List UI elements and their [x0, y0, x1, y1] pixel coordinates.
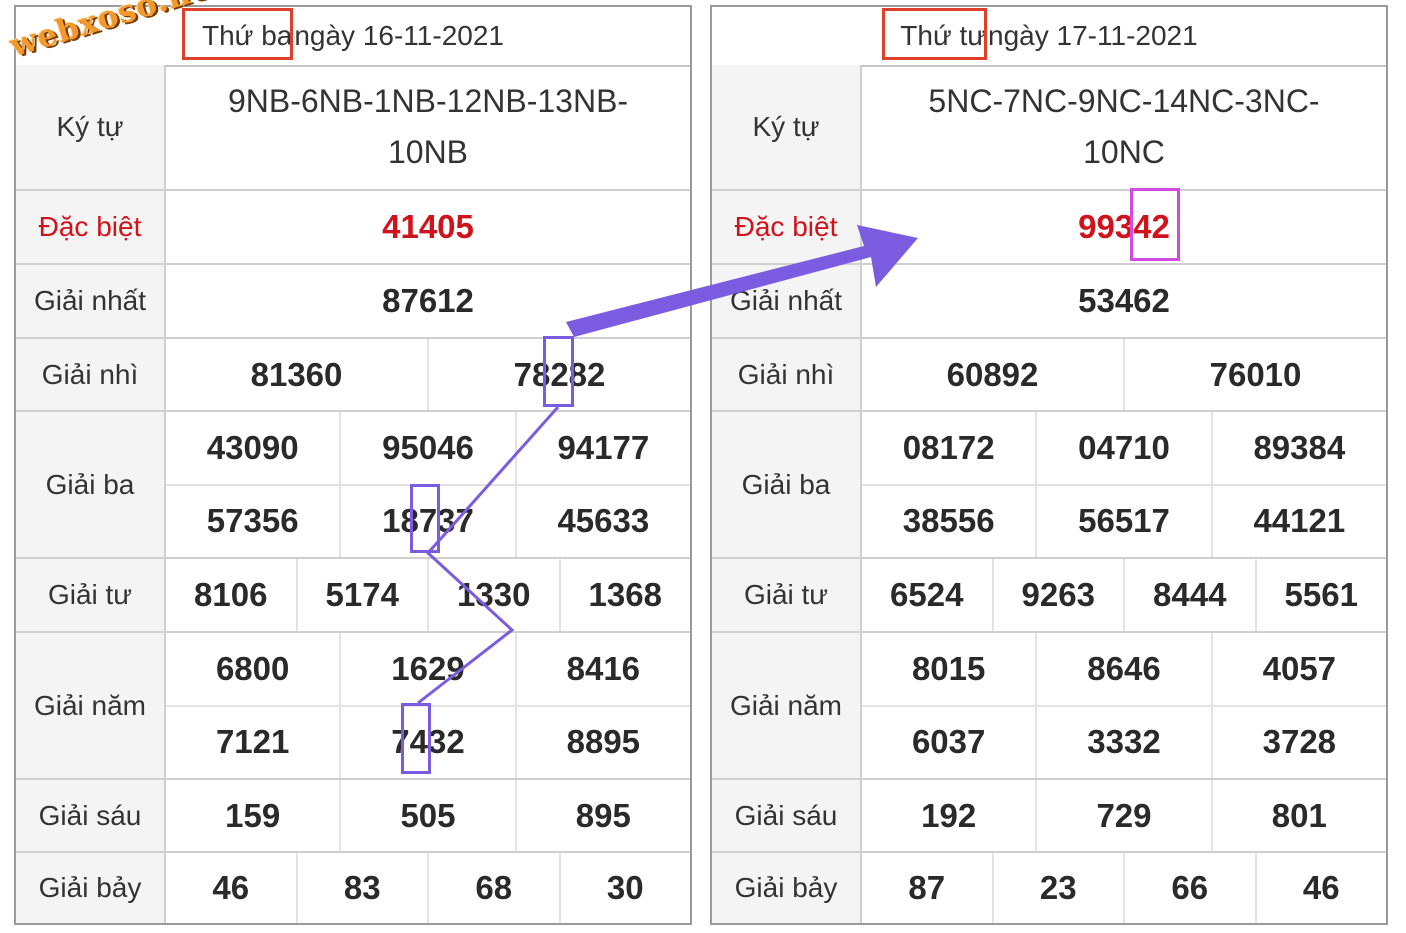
row-giai-sau: Giải sáu 192 729 801	[712, 780, 1386, 853]
giai-tu-value: 8106	[194, 576, 268, 613]
row-giai-nhat: Giải nhất 53462	[712, 265, 1386, 339]
label-ky-tu: Ký tự	[712, 65, 862, 189]
row-dac-biet: Đặc biệt 99342	[712, 191, 1386, 265]
giai-nam-value: 1629	[339, 633, 514, 705]
board-title: Thứ tư ngày 17-11-2021	[712, 7, 1386, 67]
giai-nhat-value: 53462	[1078, 282, 1170, 319]
giai-bay-value: 23	[991, 853, 1124, 923]
giai-ba-value: 08172	[902, 428, 995, 466]
giai-bay-value: 46	[1254, 853, 1387, 923]
label-giai-nhi: Giải nhì	[712, 339, 862, 410]
row-giai-tu: Giải tư 6524 9263 8444 5561	[712, 559, 1386, 633]
giai-sau-value: 192	[921, 796, 977, 834]
row-giai-tu: Giải tư 8106 5174 1330 1368	[16, 559, 690, 633]
row-dac-biet: Đặc biệt 41405	[16, 191, 690, 265]
giai-nam-value: 8646	[1035, 633, 1210, 705]
giai-bay-value: 30	[558, 853, 691, 923]
giai-bay-value: 46	[212, 869, 250, 906]
row-giai-nam: Giải năm 6800 1629 8416 7121 7432 8895	[16, 633, 690, 780]
row-giai-sau: Giải sáu 159 505 895	[16, 780, 690, 853]
giai-nam-value: 6037	[911, 723, 986, 761]
giai-bay-value: 87	[908, 869, 946, 906]
row-giai-nam: Giải năm 8015 8646 4057 6037 3332 3728	[712, 633, 1386, 780]
row-giai-nhat: Giải nhất 87612	[16, 265, 690, 339]
giai-bay-value: 83	[295, 853, 428, 923]
label-ky-tu: Ký tự	[16, 65, 166, 189]
giai-sau-value: 729	[1035, 780, 1210, 851]
giai-ba-value: 18737	[339, 485, 514, 557]
giai-sau-value: 801	[1210, 780, 1386, 851]
giai-sau-value: 895	[514, 780, 690, 851]
giai-ba-value: 95046	[339, 412, 514, 484]
giai-tu-value: 8444	[1123, 559, 1255, 631]
label-giai-tu: Giải tư	[712, 559, 862, 631]
label-giai-ba: Giải ba	[712, 412, 862, 557]
label-dac-biet: Đặc biệt	[16, 191, 166, 263]
label-dac-biet: Đặc biệt	[712, 191, 862, 263]
row-ky-tu: Ký tự 9NB-6NB-1NB-12NB-13NB-10NB	[16, 65, 690, 191]
row-ky-tu: Ký tự 5NC-7NC-9NC-14NC-3NC-10NC	[712, 65, 1386, 191]
ky-tu-value: 5NC-7NC-9NC-14NC-3NC-10NC	[928, 83, 1320, 170]
results-board-right: Thứ tư ngày 17-11-2021 Ký tự 5NC-7NC-9NC…	[710, 5, 1388, 925]
label-giai-nhat: Giải nhất	[16, 265, 166, 337]
giai-tu-value: 1368	[558, 559, 691, 631]
giai-nam-value: 3332	[1035, 706, 1210, 778]
dac-biet-value: 99342	[1078, 208, 1170, 245]
giai-nhat-value: 87612	[382, 282, 474, 319]
giai-tu-value: 6524	[890, 576, 964, 613]
giai-nhi-value: 78282	[427, 339, 690, 410]
giai-nam-value: 7121	[215, 723, 290, 761]
label-giai-nhat: Giải nhất	[712, 265, 862, 337]
giai-ba-value: 94177	[514, 412, 690, 484]
giai-ba-value: 56517	[1035, 485, 1210, 557]
giai-ba-value: 43090	[206, 428, 299, 466]
giai-tu-value: 5174	[295, 559, 428, 631]
giai-nam-value: 7432	[339, 706, 514, 778]
row-giai-bay: Giải bảy 87 23 66 46	[712, 853, 1386, 923]
label-giai-bay: Giải bảy	[16, 853, 166, 923]
row-giai-bay: Giải bảy 46 83 68 30	[16, 853, 690, 923]
label-giai-bay: Giải bảy	[712, 853, 862, 923]
giai-sau-value: 505	[339, 780, 514, 851]
giai-sau-value: 159	[225, 796, 281, 834]
giai-ba-value: 89384	[1210, 412, 1386, 484]
label-giai-sau: Giải sáu	[16, 780, 166, 851]
ky-tu-value: 9NB-6NB-1NB-12NB-13NB-10NB	[227, 83, 629, 170]
label-giai-nhi: Giải nhì	[16, 339, 166, 410]
giai-ba-value: 57356	[206, 502, 299, 540]
giai-nam-value: 3728	[1210, 706, 1386, 778]
results-board-left: Thứ ba ngày 16-11-2021 Ký tự 9NB-6NB-1NB…	[14, 5, 692, 925]
giai-tu-value: 1330	[427, 559, 559, 631]
giai-tu-value: 9263	[991, 559, 1124, 631]
giai-ba-value: 45633	[514, 485, 690, 557]
giai-bay-value: 68	[427, 853, 559, 923]
row-giai-nhi: Giải nhì 81360 78282	[16, 339, 690, 412]
label-giai-tu: Giải tư	[16, 559, 166, 631]
giai-nhi-value: 76010	[1123, 339, 1386, 410]
giai-tu-value: 5561	[1254, 559, 1387, 631]
giai-nhi-value: 81360	[250, 355, 343, 393]
giai-nam-value: 6800	[215, 649, 290, 687]
date: ngày 17-11-2021	[988, 20, 1198, 51]
giai-nam-value: 8015	[911, 649, 986, 687]
label-giai-nam: Giải năm	[16, 633, 166, 778]
row-giai-nhi: Giải nhì 60892 76010	[712, 339, 1386, 412]
giai-ba-value: 38556	[902, 502, 995, 540]
giai-nhi-value: 60892	[946, 355, 1039, 393]
date: ngày 16-11-2021	[294, 20, 504, 51]
giai-bay-value: 66	[1123, 853, 1255, 923]
dac-biet-value: 41405	[382, 208, 474, 245]
row-giai-ba: Giải ba 43090 95046 94177 57356 18737 45…	[16, 412, 690, 559]
giai-nam-value: 8895	[514, 706, 690, 778]
giai-ba-value: 04710	[1035, 412, 1210, 484]
giai-nam-value: 4057	[1210, 633, 1386, 705]
row-giai-ba: Giải ba 08172 04710 89384 38556 56517 44…	[712, 412, 1386, 559]
label-giai-ba: Giải ba	[16, 412, 166, 557]
weekday: Thứ tư	[900, 20, 987, 51]
giai-ba-value: 44121	[1210, 485, 1386, 557]
weekday: Thứ ba	[202, 20, 293, 51]
label-giai-sau: Giải sáu	[712, 780, 862, 851]
label-giai-nam: Giải năm	[712, 633, 862, 778]
giai-nam-value: 8416	[514, 633, 690, 705]
